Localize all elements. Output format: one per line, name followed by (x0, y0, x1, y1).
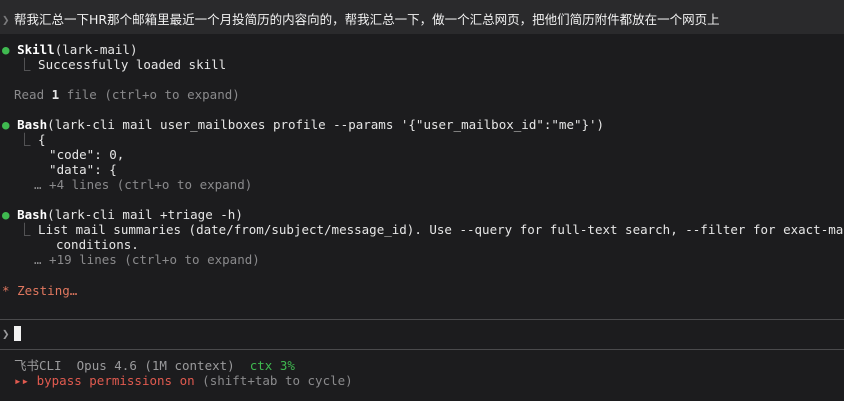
user-prompt-text: 帮我汇总一下HR那个邮箱里最近一个月投简历的内容向的，帮我汇总一下，做一个汇总网… (14, 12, 720, 27)
spinner-text: Zesting… (17, 283, 78, 298)
output-text: List mail summaries (date/from/subject/m… (38, 222, 844, 237)
text-cursor (14, 326, 21, 341)
input-chevron-icon: ❯ (2, 326, 10, 341)
status-dot-icon: ● (2, 207, 10, 222)
bash-2-output-line: ⎿ List mail summaries (date/from/subject… (18, 222, 844, 237)
bash-call-1: ● Bash(lark-cli mail user_mailboxes prof… (2, 117, 604, 132)
model-name: Opus 4.6 (1M context) (76, 358, 235, 373)
spinner-asterisk-icon: * (2, 283, 10, 298)
bash-2-output-line: conditions. (56, 237, 139, 252)
read-suffix: file (ctrl+o to expand) (59, 87, 240, 102)
branch-icon: ⎿ (18, 57, 31, 72)
bash-1-output-line: ⎿ { (18, 132, 46, 147)
status-dot-icon: ● (2, 42, 10, 57)
skill-result-text: Successfully loaded skill (38, 57, 227, 72)
bash-2-expand-link[interactable]: … +19 lines (ctrl+o to expand) (34, 252, 260, 267)
tool-args: (lark-mail) (54, 42, 138, 57)
prompt-chevron-icon: ❯ (2, 12, 10, 27)
bash-1-output-line: "code": 0, (34, 147, 125, 162)
tool-args: (lark-cli mail +triage -h) (47, 207, 243, 222)
skill-call: ● Skill(lark-mail) (2, 42, 138, 57)
tool-name: Skill (17, 42, 55, 57)
output-text: { (38, 132, 46, 147)
double-chevron-icon: ▸▸ (14, 373, 30, 388)
read-summary[interactable]: Read 1 file (ctrl+o to expand) (14, 87, 240, 102)
read-prefix: Read (14, 87, 52, 102)
user-prompt: ❯ 帮我汇总一下HR那个邮箱里最近一个月投简历的内容向的，帮我汇总一下，做一个汇… (0, 0, 844, 34)
app-name: 飞书CLI (14, 358, 62, 373)
context-usage: ctx 3% (249, 358, 295, 373)
tool-name: Bash (17, 207, 48, 222)
permissions-line[interactable]: ▸▸ bypass permissions on (shift+tab to c… (14, 373, 353, 388)
input-divider-bottom (0, 349, 844, 350)
activity-spinner: * Zesting… (2, 283, 77, 298)
status-dot-icon: ● (2, 117, 10, 132)
status-line: 飞书CLI Opus 4.6 (1M context) ctx 3% (14, 358, 295, 373)
bypass-permissions-label: bypass permissions on (36, 373, 195, 388)
branch-icon: ⎿ (18, 222, 31, 237)
bash-call-2: ● Bash(lark-cli mail +triage -h) (2, 207, 243, 222)
tool-name: Bash (17, 117, 48, 132)
bash-1-output-line: "data": { (34, 162, 117, 177)
cycle-hint: (shift+tab to cycle) (194, 373, 353, 388)
input-divider-top (0, 319, 844, 320)
branch-icon: ⎿ (18, 132, 31, 147)
skill-result: ⎿ Successfully loaded skill (18, 57, 226, 72)
bash-1-expand-link[interactable]: … +4 lines (ctrl+o to expand) (34, 177, 252, 192)
tool-args: (lark-cli mail user_mailboxes profile --… (47, 117, 605, 132)
